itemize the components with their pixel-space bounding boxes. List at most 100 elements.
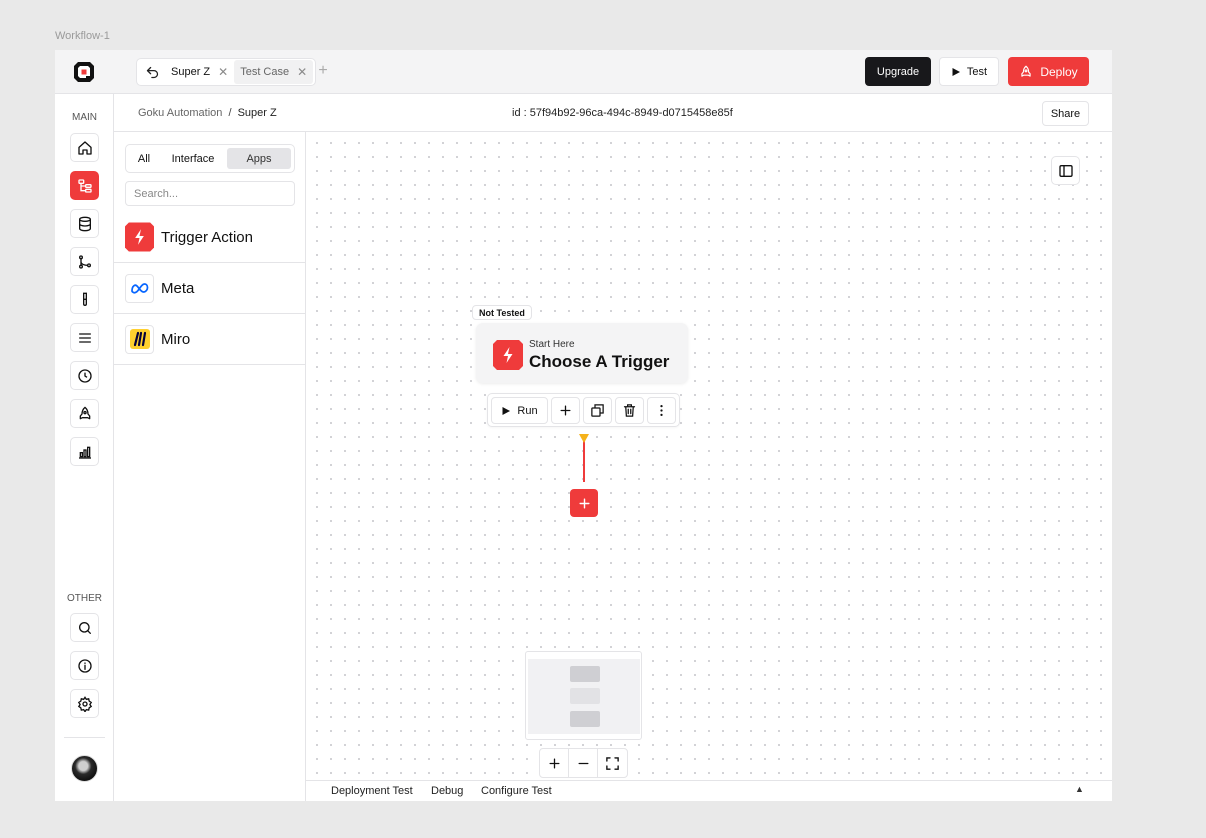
panel-toggle-button[interactable] [1051, 156, 1080, 185]
chevron-up-icon[interactable]: ▲ [1075, 784, 1084, 794]
rail-section-other: OTHER [67, 593, 102, 604]
deploy-button-label: Deploy [1040, 64, 1078, 79]
zoom-controls [539, 748, 628, 778]
more-options-button[interactable] [647, 397, 676, 424]
rail-divider [64, 737, 105, 738]
rail-item-list[interactable] [70, 323, 99, 352]
app-name: Trigger Action [161, 228, 253, 246]
fullscreen-icon [606, 756, 619, 770]
filter-all[interactable]: All [129, 148, 159, 169]
bar-chart-icon [78, 446, 91, 459]
node-toolbar: Run [487, 393, 680, 427]
test-button[interactable]: Test [939, 57, 999, 86]
filter-apps[interactable]: Apps [227, 148, 291, 169]
breadcrumb: Goku Automation / Super Z [138, 107, 277, 119]
breadcrumb-separator: / [228, 107, 232, 119]
tab-test-case[interactable]: Test Case ✕ [234, 60, 314, 84]
tab-debug[interactable]: Debug [431, 785, 463, 797]
meta-logo-icon [125, 273, 154, 303]
minus-icon [578, 762, 588, 764]
rail-item-home[interactable] [70, 133, 99, 162]
rail-item-settings[interactable] [70, 689, 99, 718]
tab-label: Super Z [171, 66, 211, 78]
app-item-miro[interactable]: Miro [114, 314, 306, 365]
left-rail: MAIN OTHER [55, 94, 114, 801]
lightning-icon [493, 340, 523, 370]
rail-item-analytics[interactable] [70, 437, 99, 466]
search-input[interactable]: Search... [125, 181, 295, 206]
rail-item-search[interactable] [70, 613, 99, 642]
zoom-in-button[interactable] [540, 749, 569, 777]
sidebar-toggle-icon [1058, 164, 1073, 177]
node-title: Choose A Trigger [529, 352, 670, 371]
breadcrumb-current: Super Z [237, 107, 277, 119]
zoom-out-button[interactable] [569, 749, 598, 777]
search-icon [78, 621, 91, 634]
add-step-button[interactable] [551, 397, 580, 424]
tab-configure-test[interactable]: Configure Test [481, 785, 552, 797]
rocket-icon [1021, 65, 1031, 77]
lightning-icon [125, 222, 154, 252]
copy-icon [591, 404, 604, 417]
tab-super-z[interactable]: Super Z ✕ [165, 60, 235, 84]
info-icon [77, 658, 92, 673]
undo-button[interactable] [139, 60, 165, 84]
deploy-button[interactable]: Deploy [1008, 57, 1089, 86]
workflow-canvas[interactable]: Not Tested Start Here Choose A Trigger R… [306, 132, 1112, 780]
app-window: Super Z ✕ Test Case ✕ + Upgrade Test Dep… [55, 50, 1112, 801]
upgrade-button[interactable]: Upgrade [865, 57, 931, 86]
undo-icon [146, 66, 158, 78]
add-node-button[interactable] [570, 489, 598, 517]
run-button[interactable]: Run [491, 397, 548, 424]
app-item-trigger-action[interactable]: Trigger Action [114, 212, 306, 263]
rail-item-workflows[interactable] [70, 171, 99, 200]
app-name: Miro [161, 330, 191, 348]
close-icon[interactable]: ✕ [218, 66, 228, 78]
node-subtitle: Start Here [529, 339, 575, 350]
delete-button[interactable] [615, 397, 644, 424]
database-icon [78, 216, 91, 231]
frame-label: Workflow-1 [55, 30, 110, 42]
rail-item-database[interactable] [70, 209, 99, 238]
plus-icon [549, 758, 559, 768]
trash-icon [623, 404, 636, 417]
connector-handle[interactable] [579, 434, 589, 443]
rocket-icon [79, 406, 90, 419]
test-button-label: Test [966, 65, 988, 78]
settings-icon [77, 695, 92, 712]
plus-icon [578, 497, 590, 509]
rail-item-tests[interactable] [70, 285, 99, 314]
bottom-bar: Deployment Test Debug Configure Test ▲ [306, 780, 1112, 801]
git-branch-icon [78, 254, 91, 269]
play-icon [952, 67, 960, 76]
workflow-id: id : 57f94b92-96ca-494c-8949-d0715458e85… [512, 107, 733, 119]
clock-icon [77, 368, 92, 383]
share-button[interactable]: Share [1042, 101, 1089, 126]
rail-item-branches[interactable] [70, 247, 99, 276]
filter-interface[interactable]: Interface [159, 148, 227, 169]
tab-label: Test Case [240, 66, 290, 78]
add-tab-button[interactable]: + [313, 63, 333, 79]
run-button-label: Run [517, 404, 538, 417]
fit-view-button[interactable] [598, 749, 627, 777]
minimap-viewport [528, 659, 640, 734]
trigger-node[interactable]: Start Here Choose A Trigger [476, 323, 688, 383]
rail-item-history[interactable] [70, 361, 99, 390]
rail-item-info[interactable] [70, 651, 99, 680]
rail-section-main: MAIN [72, 112, 97, 123]
status-badge: Not Tested [472, 305, 532, 320]
avatar[interactable] [71, 755, 98, 782]
close-icon[interactable]: ✕ [297, 66, 307, 78]
duplicate-button[interactable] [583, 397, 612, 424]
minimap-node [570, 711, 600, 727]
miro-logo-icon [125, 324, 154, 354]
app-logo-icon[interactable] [72, 60, 96, 84]
tab-deployment-test[interactable]: Deployment Test [331, 785, 413, 797]
minimap-node [570, 666, 600, 682]
minimap[interactable] [525, 651, 642, 740]
rail-item-deploy[interactable] [70, 399, 99, 428]
app-name: Meta [161, 279, 195, 297]
app-item-meta[interactable]: Meta [114, 263, 306, 314]
test-tube-icon [82, 292, 87, 306]
breadcrumb-parent[interactable]: Goku Automation [138, 107, 222, 119]
